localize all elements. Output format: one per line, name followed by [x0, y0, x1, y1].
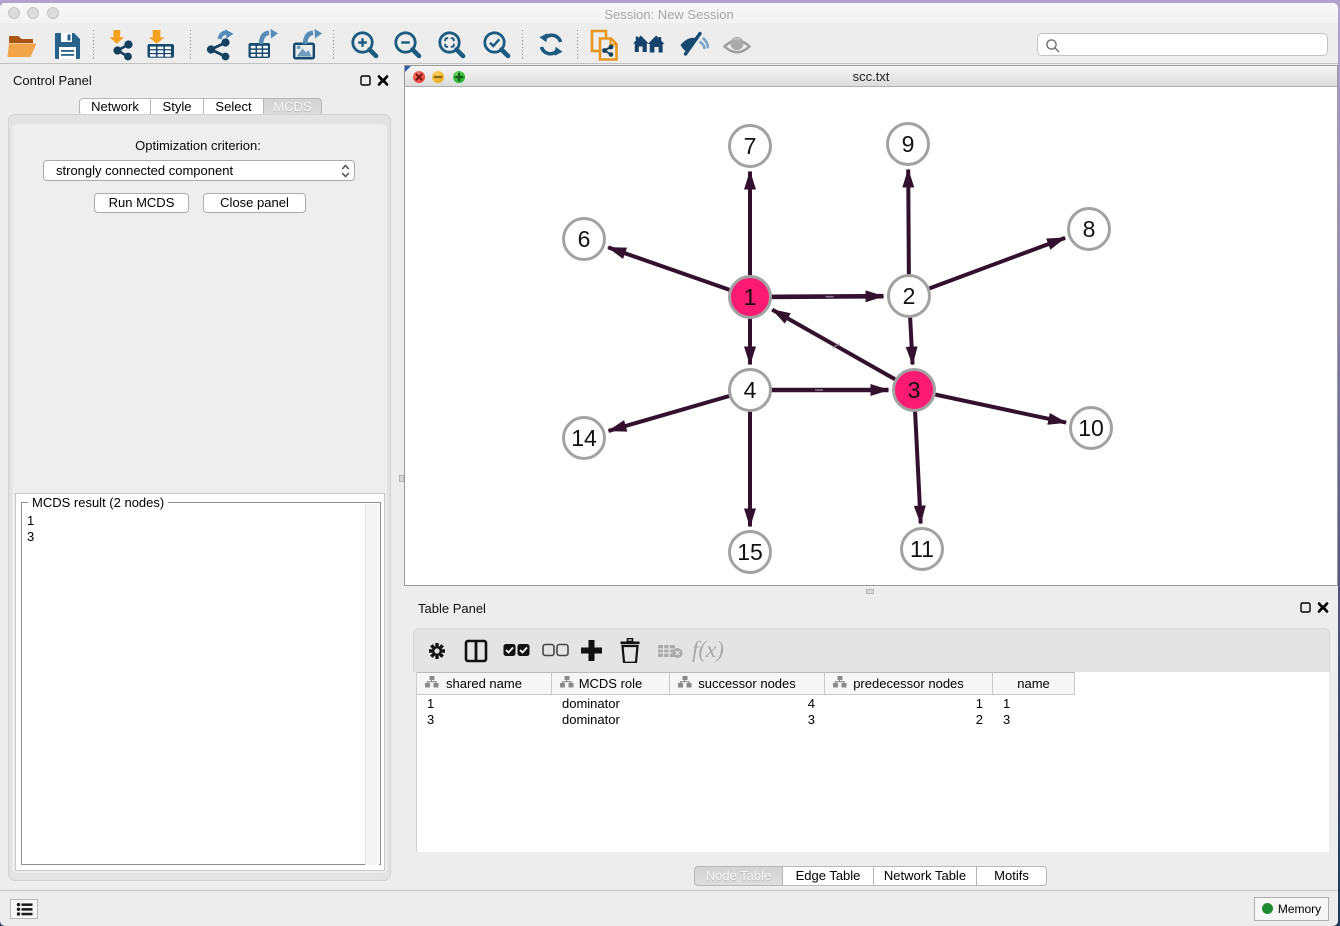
svg-text:15: 15	[737, 539, 763, 565]
svg-text:4: 4	[744, 377, 757, 403]
svg-text:11: 11	[910, 536, 934, 562]
svg-text:3: 3	[908, 377, 921, 403]
svg-text:6: 6	[578, 226, 591, 252]
svg-text:14: 14	[571, 425, 597, 451]
svg-text:2: 2	[903, 283, 916, 309]
svg-text:7: 7	[744, 133, 757, 159]
svg-text:10: 10	[1078, 415, 1104, 441]
svg-text:9: 9	[902, 131, 915, 157]
svg-text:1: 1	[744, 284, 757, 310]
svg-text:8: 8	[1083, 216, 1096, 242]
